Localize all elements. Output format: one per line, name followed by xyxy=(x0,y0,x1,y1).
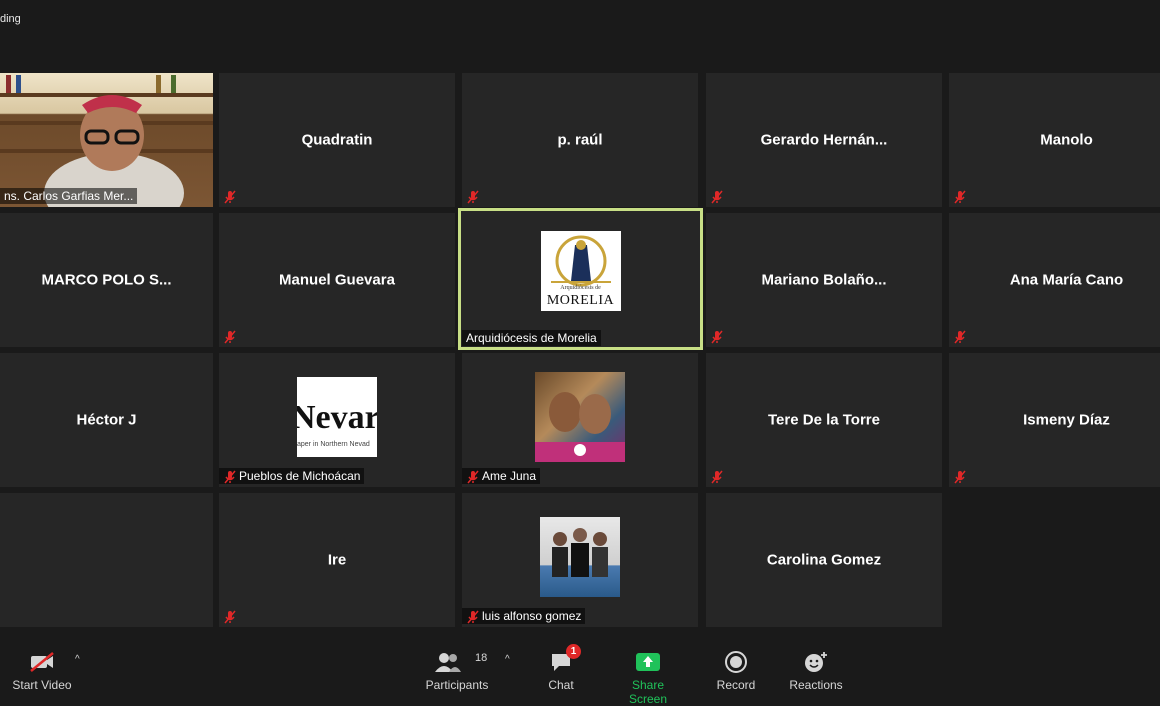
participant-tile[interactable]: Manuel Guevara xyxy=(219,213,455,347)
reactions-emoji-icon xyxy=(805,652,827,672)
participant-name: Ana María Cano xyxy=(1009,271,1124,289)
participant-tile[interactable]: Ismeny Díaz xyxy=(949,353,1160,487)
participant-name: Manolo xyxy=(1040,131,1093,149)
participant-name-label: luis alfonso gomez xyxy=(462,608,586,624)
share-screen-label: Share Screen xyxy=(628,678,668,706)
muted-mic-icon xyxy=(224,470,236,484)
avatar-text-sub: aper in Northern Nevad xyxy=(297,441,370,449)
chat-unread-badge: 1 xyxy=(566,644,581,659)
participant-tile[interactable]: Ire xyxy=(219,493,455,627)
participant-name: p. raúl xyxy=(557,131,603,149)
participant-tile[interactable]: Tere De la Torre xyxy=(706,353,942,487)
participants-label: Participants xyxy=(425,678,489,692)
muted-mic-icon xyxy=(224,330,236,344)
participants-icon xyxy=(435,653,461,672)
participant-tile[interactable]: Héctor J xyxy=(0,353,213,487)
participant-tile[interactable]: Carolina Gomez xyxy=(706,493,942,627)
participant-avatar xyxy=(535,372,625,463)
share-screen-button[interactable]: Share Screen xyxy=(612,650,684,706)
muted-mic-icon xyxy=(467,190,479,204)
muted-mic-icon xyxy=(467,610,479,624)
participant-tile[interactable]: Manolo xyxy=(949,73,1160,207)
archdiocese-logo: Arquidiócesis de MORELIA xyxy=(540,230,621,311)
self-view-tile[interactable]: ns. Carlos Garfias Mer... xyxy=(0,73,213,207)
participant-name: Héctor J xyxy=(76,411,137,429)
record-label: Record xyxy=(716,678,756,692)
person-figure xyxy=(44,95,184,207)
video-grid: ns. Carlos Garfias Mer... Quadratin p. r… xyxy=(0,0,1160,640)
photo-icon xyxy=(535,392,625,463)
record-icon xyxy=(725,651,747,673)
participant-tile[interactable]: Ame Juna xyxy=(462,353,698,487)
participant-tile[interactable]: Quadratin xyxy=(219,73,455,207)
participant-tile[interactable]: Gerardo Hernán... xyxy=(706,73,942,207)
participant-name: Ire xyxy=(327,551,347,569)
reactions-button[interactable]: Reactions xyxy=(786,650,846,692)
muted-mic-icon xyxy=(954,470,966,484)
muted-mic-icon xyxy=(711,470,723,484)
participant-avatar: Nevar aper in Northern Nevad xyxy=(297,377,377,458)
participant-name: Tere De la Torre xyxy=(768,411,880,429)
start-video-label: Start Video xyxy=(12,678,72,692)
meeting-toolbar: Start Video ^ 18 Participants ^ 1 Chat S… xyxy=(0,640,1160,706)
muted-mic-icon xyxy=(224,610,236,624)
participant-tile[interactable]: Mariano Bolaño... xyxy=(706,213,942,347)
participant-name: Gerardo Hernán... xyxy=(760,131,888,149)
video-off-icon xyxy=(30,652,54,672)
muted-mic-icon xyxy=(711,190,723,204)
video-options-caret-icon[interactable]: ^ xyxy=(75,654,80,665)
empty-tile xyxy=(0,493,213,627)
muted-mic-icon xyxy=(711,330,723,344)
record-button[interactable]: Record xyxy=(712,650,760,692)
muted-mic-icon xyxy=(224,190,236,204)
start-video-button[interactable]: Start Video xyxy=(12,650,72,692)
participants-button[interactable]: 18 Participants xyxy=(424,650,490,692)
participants-count: 18 xyxy=(475,652,488,664)
participant-tile[interactable]: Ana María Cano xyxy=(949,213,1160,347)
participant-name-label: Arquidiócesis de Morelia xyxy=(462,330,601,346)
logo-text-main: MORELIA xyxy=(546,292,615,308)
participant-tile[interactable]: p. raúl xyxy=(462,73,698,207)
reactions-label: Reactions xyxy=(789,678,843,692)
self-video xyxy=(0,73,213,207)
participant-tile[interactable]: MARCO POLO S... xyxy=(0,213,213,347)
chat-button[interactable]: 1 Chat xyxy=(540,644,582,692)
participant-name-label: Pueblos de Michoácan xyxy=(219,468,365,484)
avatar-text-main: Nevar xyxy=(297,399,377,437)
participant-name: Carolina Gomez xyxy=(766,551,882,569)
muted-mic-icon xyxy=(954,190,966,204)
participants-options-caret-icon[interactable]: ^ xyxy=(505,654,510,665)
participant-tile[interactable]: luis alfonso gomez xyxy=(462,493,698,627)
muted-mic-icon xyxy=(954,330,966,344)
participant-name: Mariano Bolaño... xyxy=(761,271,887,289)
participant-avatar xyxy=(540,517,620,598)
logo-text-top: Arquidiócesis de xyxy=(560,284,601,291)
chat-label: Chat xyxy=(548,678,574,692)
self-name-label: ns. Carlos Garfias Mer... xyxy=(0,188,138,204)
participant-name: MARCO POLO S... xyxy=(41,271,172,289)
share-screen-icon xyxy=(636,653,660,671)
participant-name: Ismeny Díaz xyxy=(1023,411,1110,429)
active-speaker-tile[interactable]: Arquidiócesis de MORELIA Arquidiócesis d… xyxy=(458,208,703,350)
participant-name: Quadratin xyxy=(301,131,373,149)
participant-tile[interactable]: Nevar aper in Northern Nevad Pueblos de … xyxy=(219,353,455,487)
muted-mic-icon xyxy=(467,470,479,484)
participant-name: Manuel Guevara xyxy=(279,271,395,289)
photo-icon xyxy=(552,528,608,578)
